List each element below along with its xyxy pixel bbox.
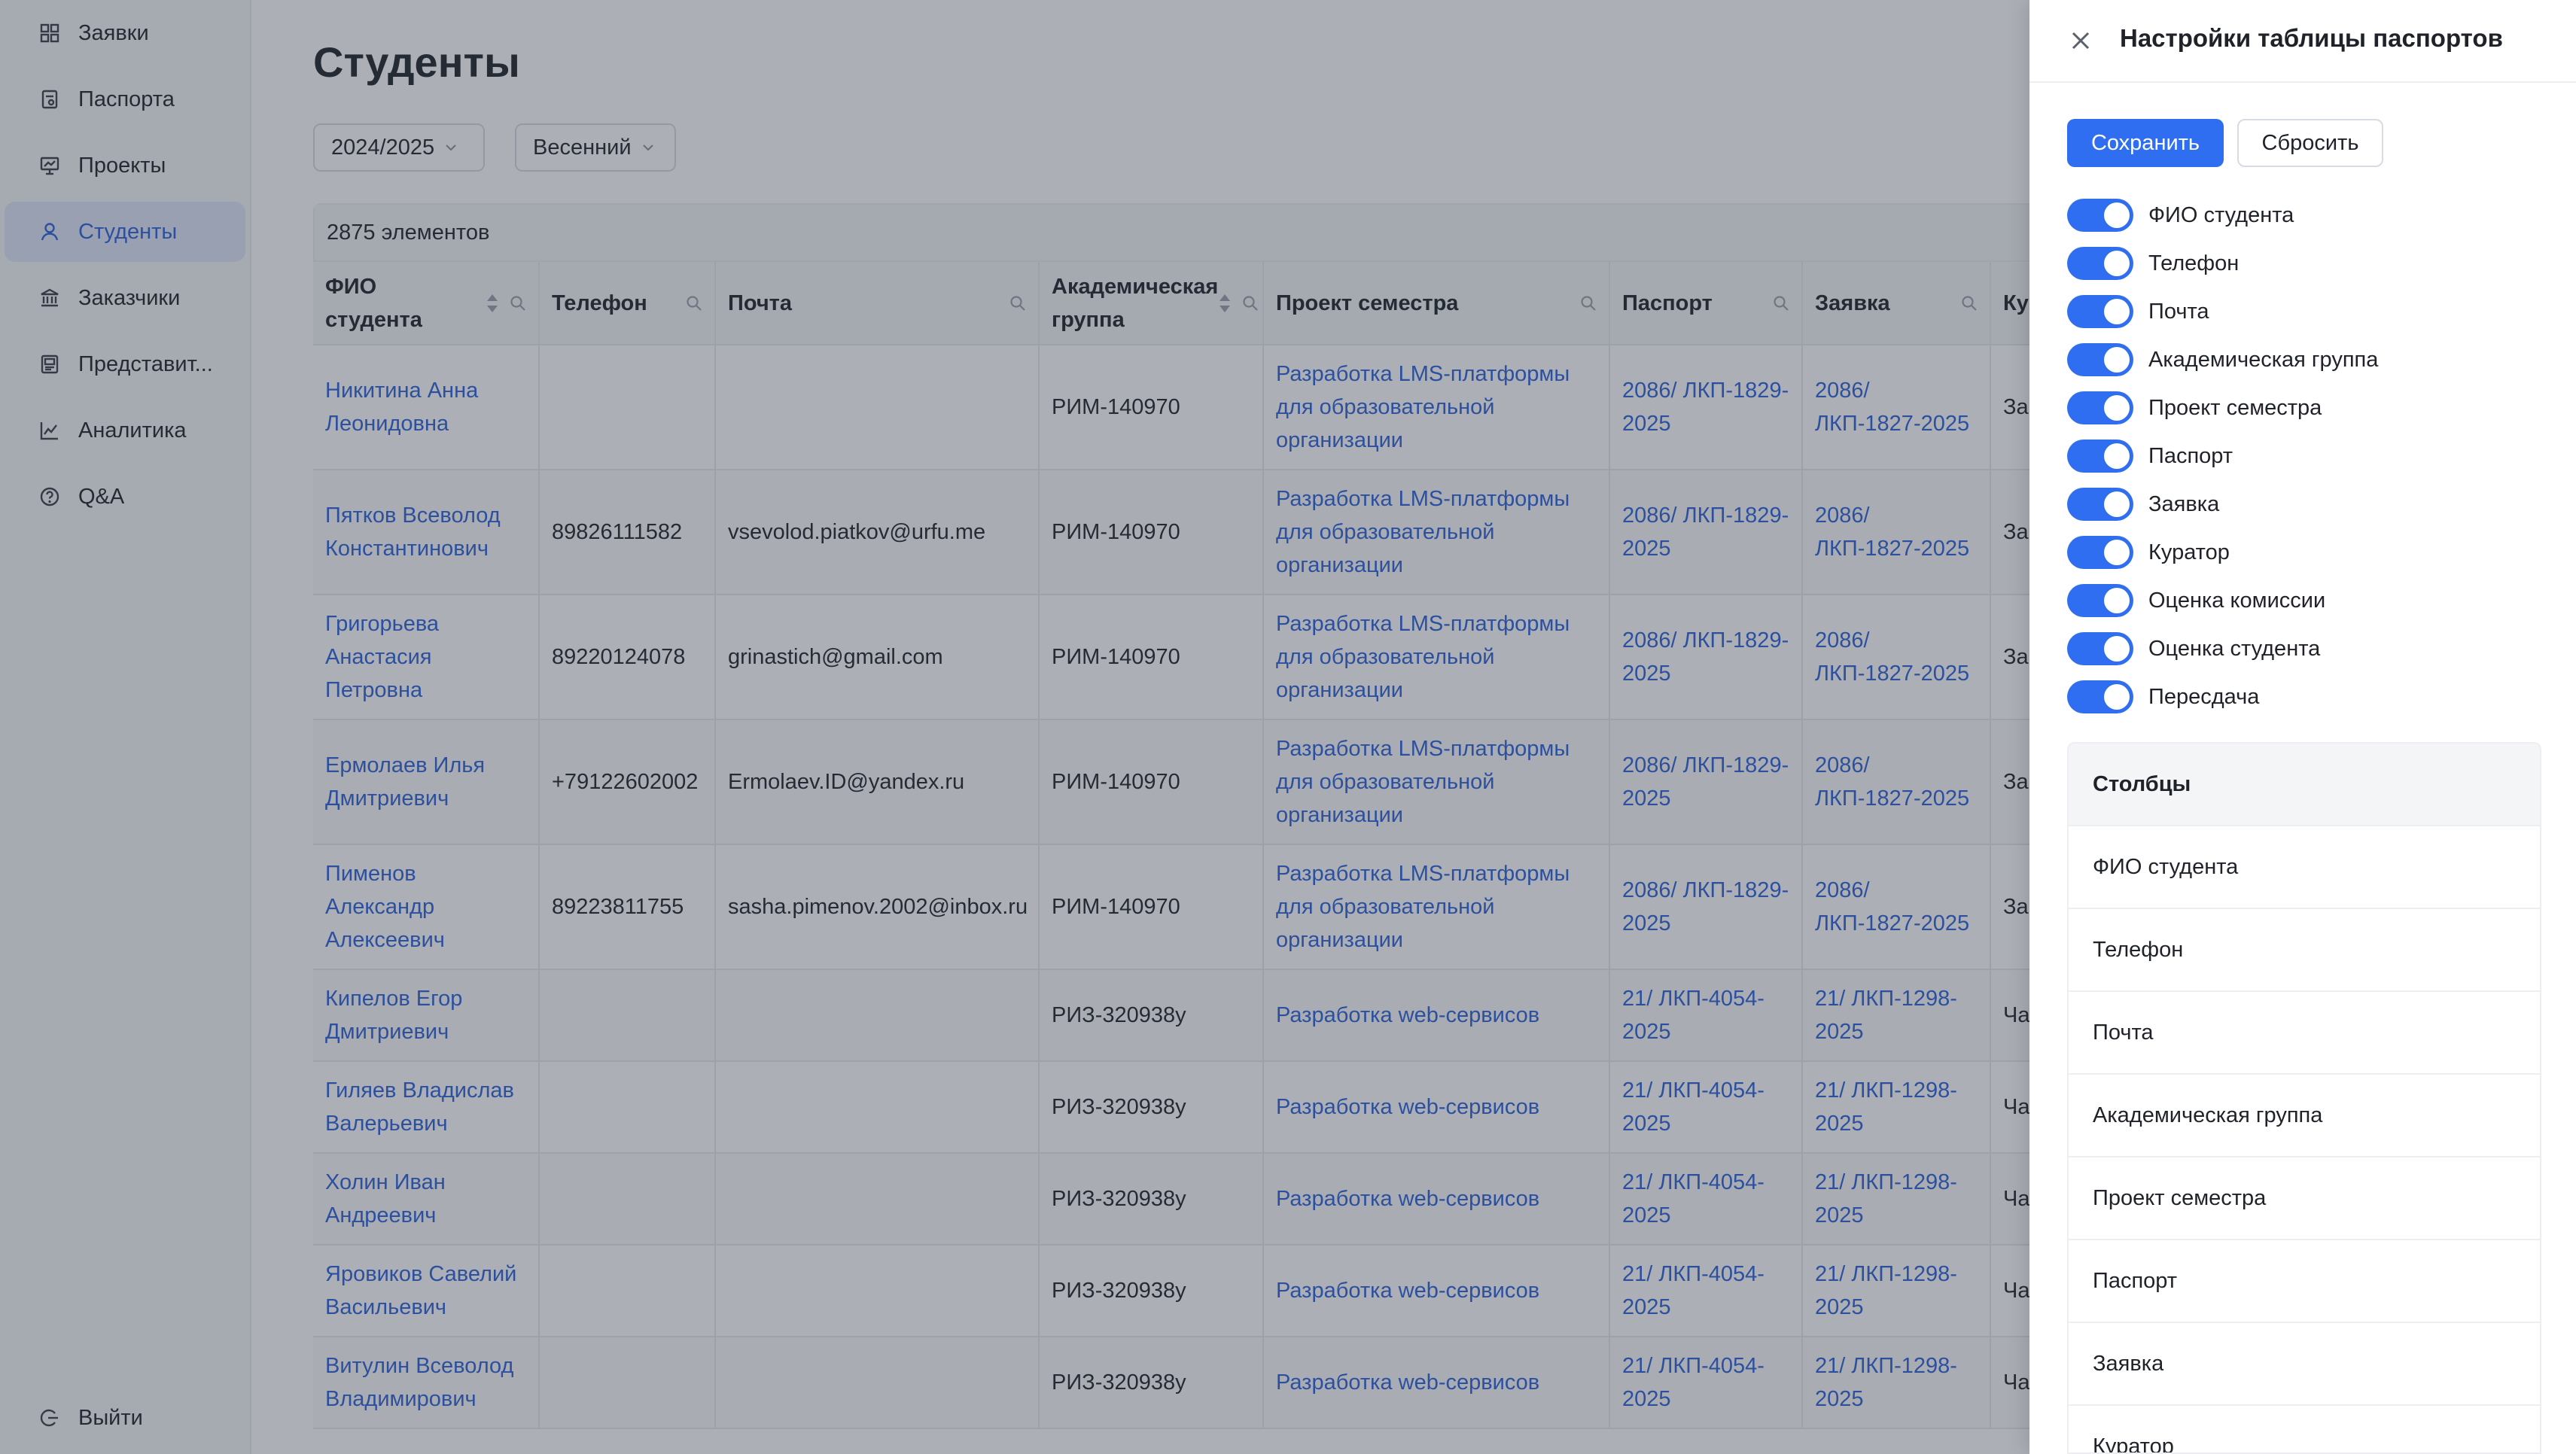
column-toggle-row: Оценка студента [2067,632,2320,665]
column-toggle-row: Почта [2067,295,2209,328]
column-list-item[interactable]: ФИО студента [2069,826,2540,909]
toggle-label: Пересдача [2148,684,2260,709]
column-toggle-row: Академическая группа [2067,343,2378,376]
toggle-label: Оценка комиссии [2148,588,2326,613]
toggle-switch[interactable] [2067,488,2133,521]
toggle-knob [2104,202,2130,228]
columns-list-body: ФИО студента Телефон Почта Академическая гр… [2069,826,2540,1453]
toggle-switch[interactable] [2067,247,2133,280]
column-list-item[interactable]: Почта [2069,992,2540,1075]
toggle-switch[interactable] [2067,391,2133,424]
panel-title: Настройки таблицы паспортов [2120,24,2503,52]
toggle-switch[interactable] [2067,343,2133,376]
column-list-item[interactable]: Куратор [2069,1406,2540,1453]
toggle-label: Академическая группа [2148,347,2379,372]
toggle-knob [2104,636,2130,662]
toggle-switch[interactable] [2067,584,2133,617]
toggle-knob [2104,443,2130,469]
toggle-label: ФИО студента [2148,202,2294,227]
toggle-switch[interactable] [2067,199,2133,232]
column-list-item[interactable]: Академическая группа [2069,1075,2540,1157]
toggle-label: Заявка [2148,491,2220,516]
columns-list: Столбцы ФИО студента Телефон Почта Академич… [2067,742,2541,1454]
toggle-switch[interactable] [2067,632,2133,665]
toggle-knob [2104,491,2130,517]
column-toggle-row: ФИО студента [2067,199,2294,232]
toggle-switch[interactable] [2067,536,2133,569]
column-list-item[interactable]: Телефон [2069,909,2540,992]
column-toggle-row: Телефон [2067,247,2239,280]
column-toggle-row: Куратор [2067,536,2230,569]
toggle-knob [2104,684,2130,710]
modal-overlay[interactable] [0,0,2029,1454]
table-settings-panel: Настройки таблицы паспортов Сохранить Сб… [2029,0,2576,1454]
toggle-switch[interactable] [2067,295,2133,328]
toggle-knob [2104,251,2130,276]
column-list-item[interactable]: Заявка [2069,1323,2540,1406]
app-root: Заявки Паспорта Проекты Студенты Заказчи… [0,0,2576,1454]
column-toggle-row: Пересдача [2067,680,2259,713]
column-toggle-row: Проект семестра [2067,391,2322,424]
toggle-knob [2104,395,2130,421]
toggle-label: Почта [2148,299,2209,324]
toggle-knob [2104,588,2130,613]
toggle-switch[interactable] [2067,440,2133,473]
toggle-switch[interactable] [2067,680,2133,713]
reset-button[interactable]: Сбросить [2237,119,2383,167]
save-button[interactable]: Сохранить [2067,119,2224,167]
toggle-knob [2104,347,2130,373]
toggle-knob [2104,540,2130,565]
column-list-item[interactable]: Проект семестра [2069,1157,2540,1240]
close-icon[interactable] [2067,27,2094,54]
panel-header: Настройки таблицы паспортов [2029,0,2576,83]
column-toggle-row: Оценка комиссии [2067,584,2325,617]
column-toggle-row: Заявка [2067,488,2219,521]
column-list-item[interactable]: Паспорт [2069,1240,2540,1323]
toggle-label: Телефон [2148,251,2240,275]
toggle-label: Оценка студента [2148,636,2321,661]
toggle-knob [2104,299,2130,324]
toggle-label: Паспорт [2148,443,2233,468]
toggle-label: Куратор [2148,540,2230,564]
columns-list-header: Столбцы [2069,744,2540,826]
column-toggle-row: Паспорт [2067,440,2233,473]
toggle-label: Проект семестра [2148,395,2322,420]
